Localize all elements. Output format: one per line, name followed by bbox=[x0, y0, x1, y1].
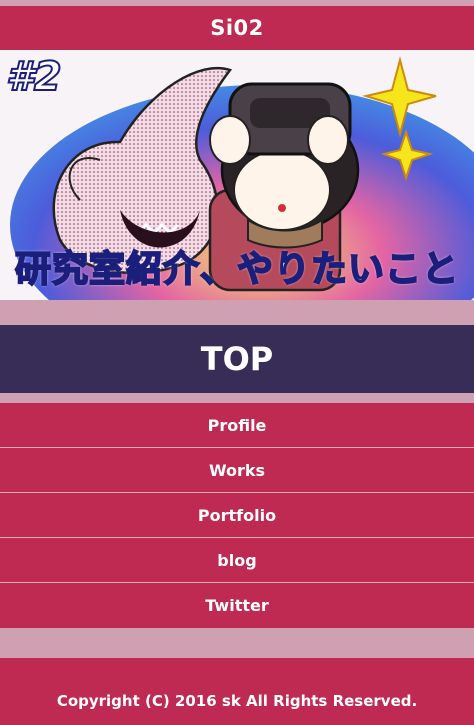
nav-item-label: Works bbox=[208, 460, 266, 480]
page-title-text: TOP bbox=[200, 340, 274, 378]
nav-item-label: Twitter bbox=[205, 596, 269, 615]
site-footer: Copyright (C) 2016 sk All Rights Reserve… bbox=[0, 658, 474, 725]
nav-item-label: Profile bbox=[207, 415, 267, 435]
page-title: TOP bbox=[0, 325, 474, 393]
nav-item-label: blog bbox=[217, 550, 257, 570]
nav-item-twitter[interactable]: Twitter bbox=[0, 583, 474, 628]
spacer bbox=[0, 628, 474, 659]
nav-item-works[interactable]: Works bbox=[0, 448, 474, 493]
nav-item-portfolio[interactable]: Portfolio bbox=[0, 493, 474, 538]
banner-title: 研究室紹介、やりたいこと bbox=[14, 248, 459, 291]
banner-image: #2 研究室紹介、やりたいこと bbox=[0, 50, 474, 300]
banner-episode-number: #2 bbox=[5, 53, 63, 101]
main-nav: Profile Works Portfolio blog Twitter bbox=[0, 403, 474, 628]
site-title[interactable]: Si02 bbox=[210, 16, 264, 40]
copyright-text: Copyright (C) 2016 sk All Rights Reserve… bbox=[56, 691, 418, 710]
nav-item-blog[interactable]: blog bbox=[0, 538, 474, 583]
nav-item-label: Portfolio bbox=[197, 505, 277, 525]
nav-item-profile[interactable]: Profile bbox=[0, 403, 474, 448]
spacer bbox=[0, 300, 474, 325]
spacer bbox=[0, 393, 474, 403]
site-header: Si02 bbox=[0, 6, 474, 50]
